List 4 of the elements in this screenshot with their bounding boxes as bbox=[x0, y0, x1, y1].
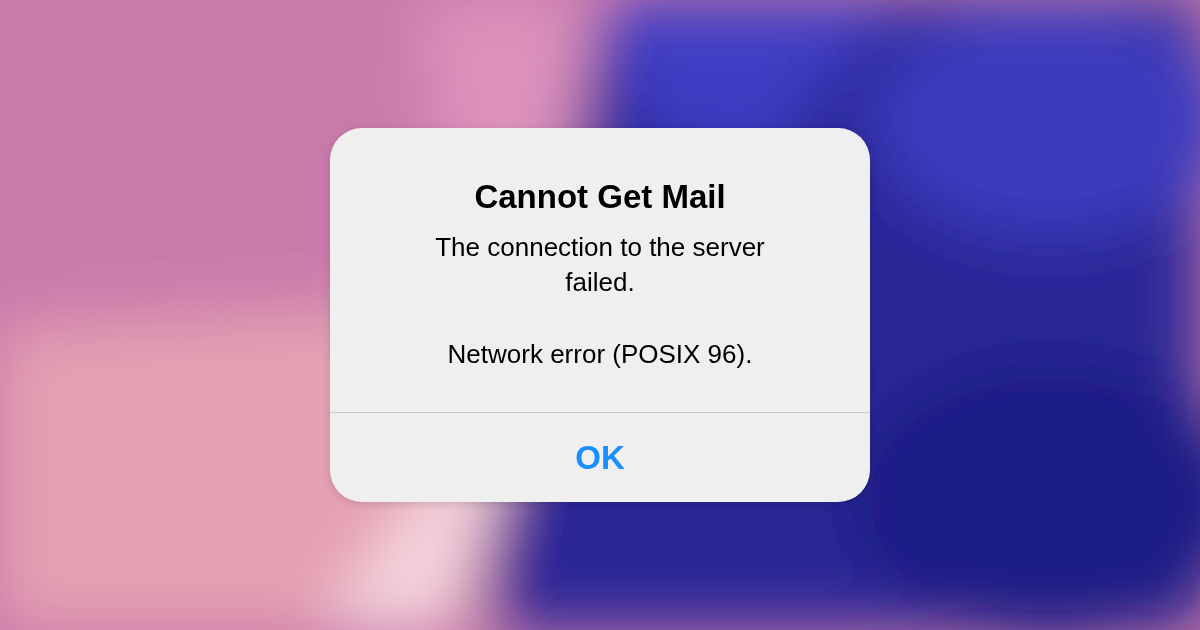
alert-message: The connection to the server failed. bbox=[434, 230, 766, 299]
ok-button[interactable]: OK bbox=[330, 412, 870, 502]
alert-message: Network error (POSIX 96). bbox=[446, 337, 754, 371]
alert-title: Cannot Get Mail bbox=[473, 177, 727, 217]
